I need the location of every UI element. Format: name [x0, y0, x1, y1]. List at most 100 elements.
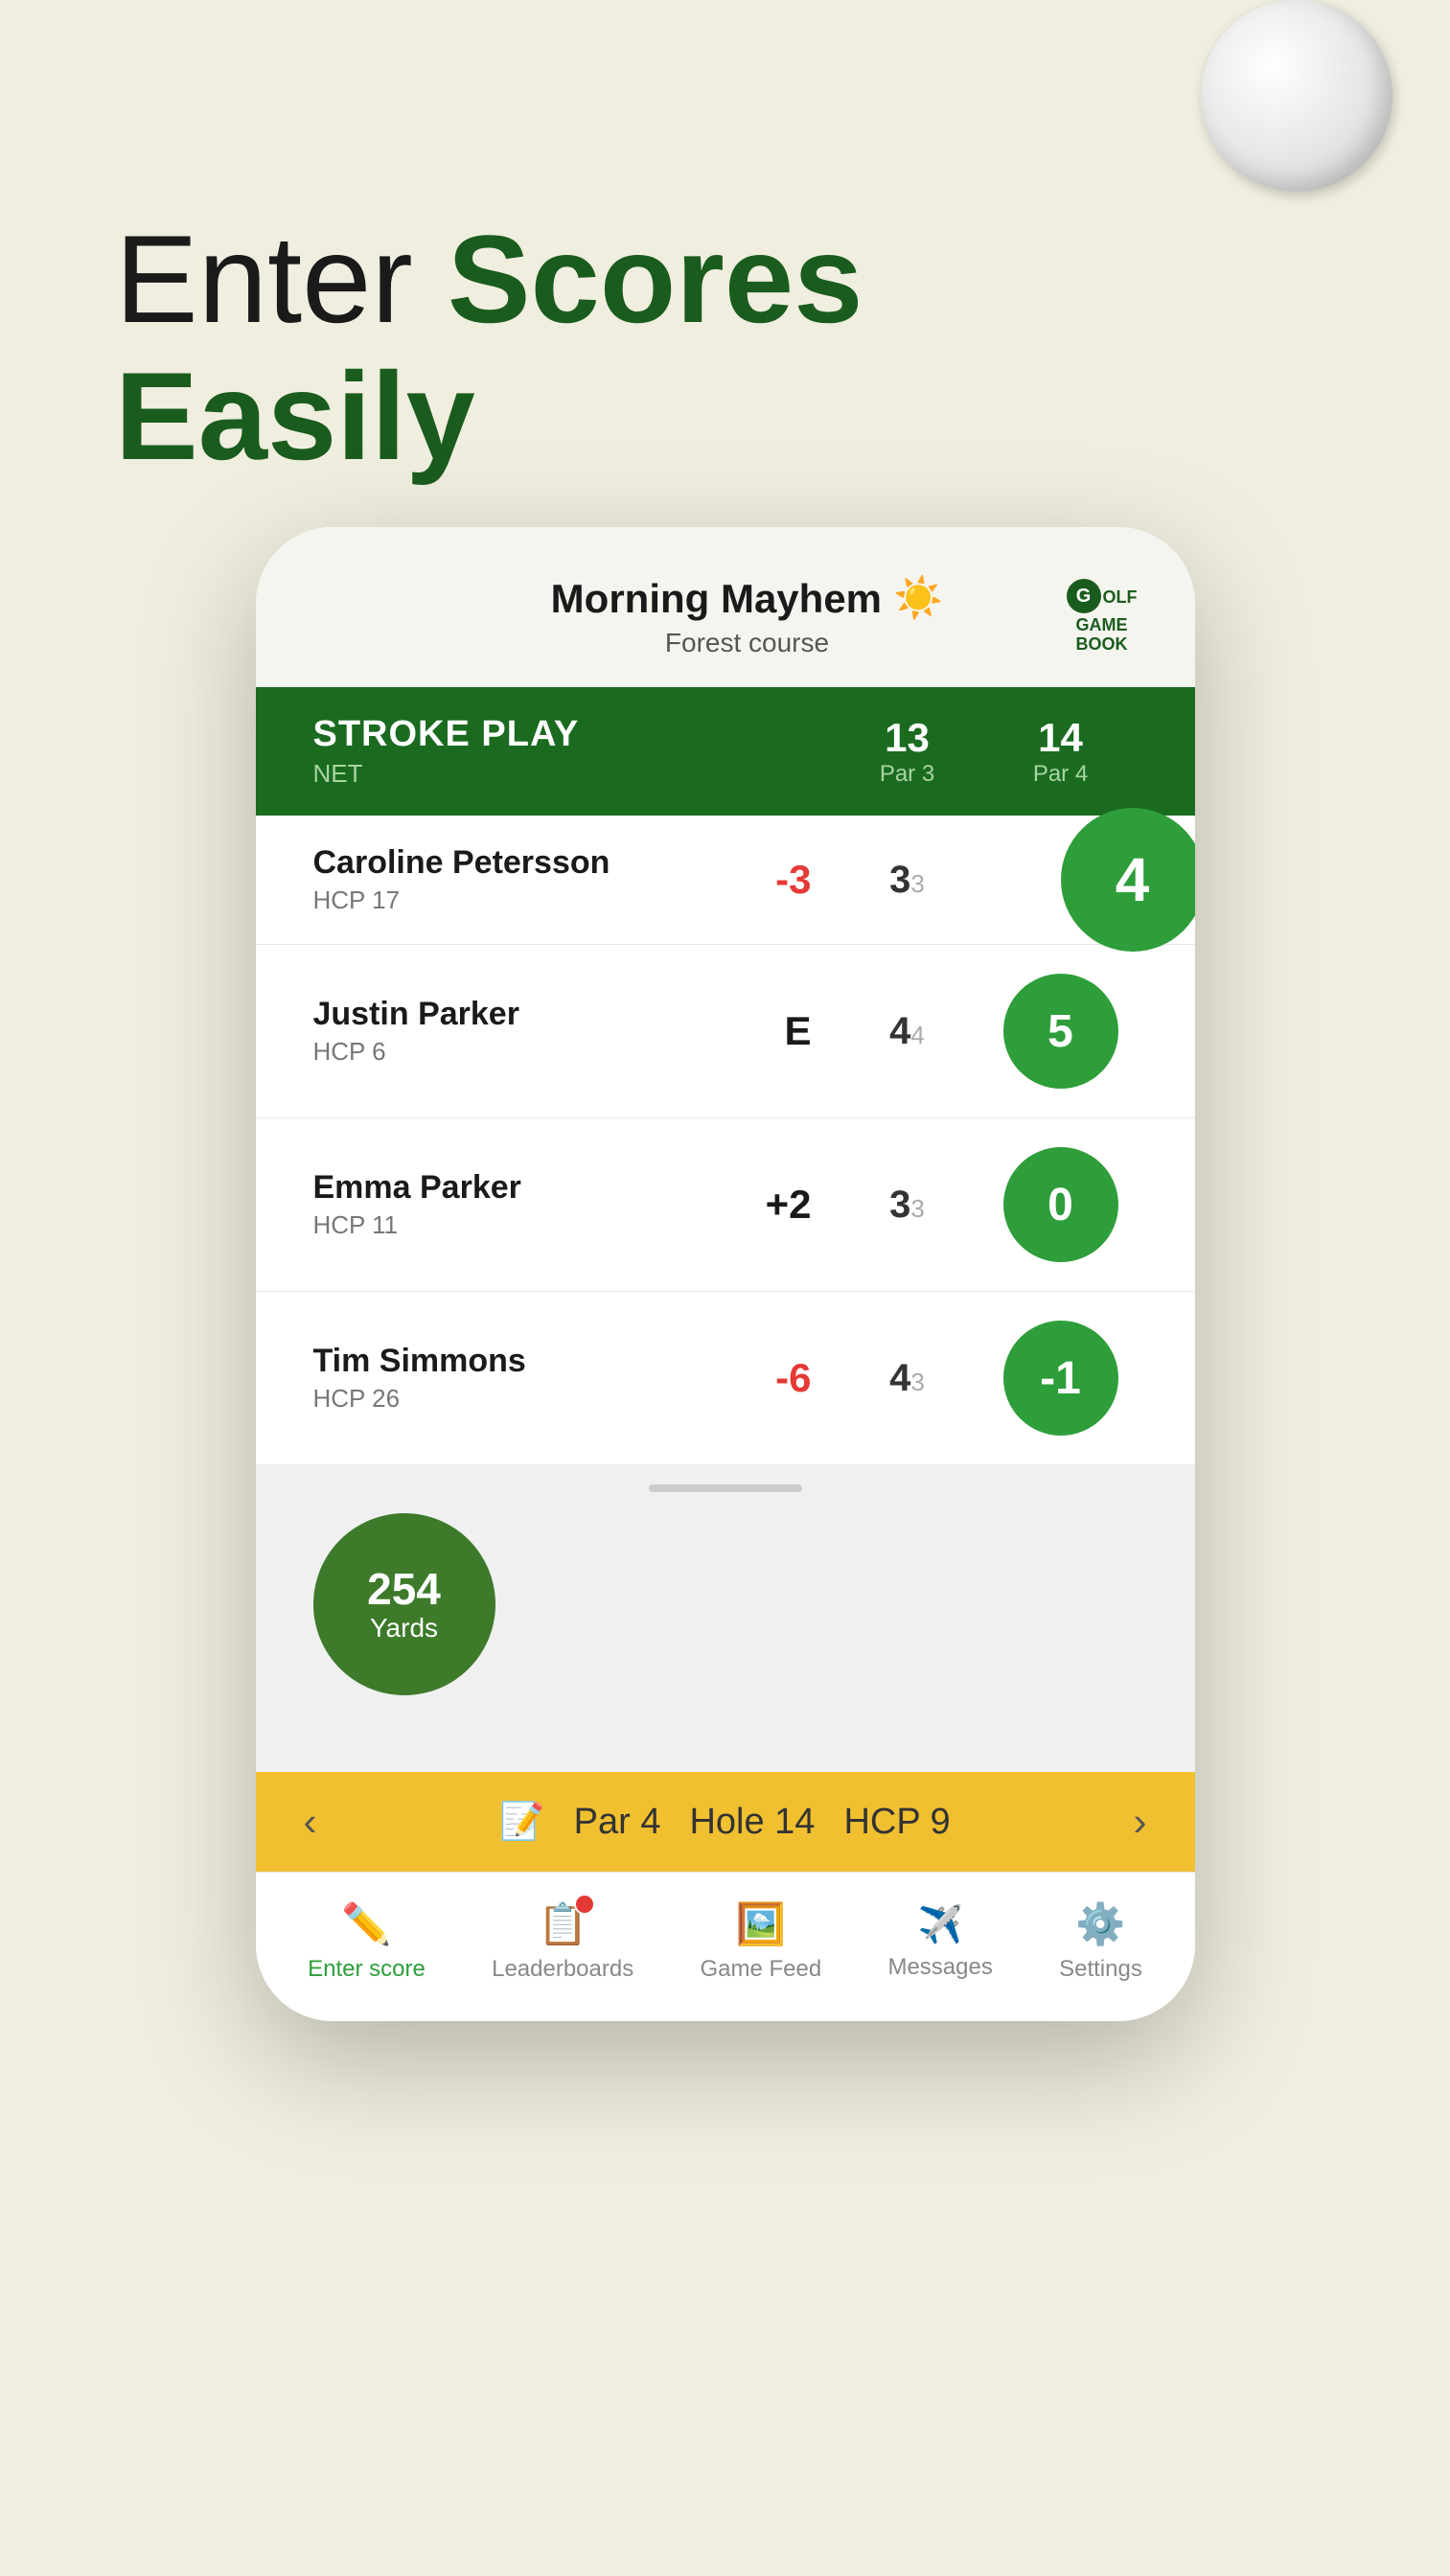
hole-14-header: 14 Par 4 [984, 715, 1138, 788]
hole-number-text: Hole 14 [689, 1802, 815, 1843]
drag-handle [649, 1484, 802, 1492]
player-2-hole14-circle: 5 [1003, 974, 1118, 1089]
player-4-info: Tim Simmons HCP 26 [313, 1343, 716, 1414]
game-feed-label: Game Feed [700, 1956, 821, 1983]
ggb-book: BOOK [1076, 635, 1128, 655]
sun-emoji: ☀️ [893, 575, 943, 622]
player-2-hole-scores: 44 5 [831, 974, 1138, 1089]
settings-label: Settings [1059, 1956, 1142, 1983]
player-1-hole14-circle: 4 [1061, 808, 1195, 952]
player-2-hole14: 5 [984, 974, 1138, 1089]
hole-13-header: 13 Par 3 [831, 715, 984, 788]
player-3-hole14-circle: 0 [1003, 1147, 1118, 1262]
ggb-logo: G OLF GAME BOOK [1067, 579, 1138, 655]
ggb-text: OLF [1103, 588, 1138, 608]
player-1-name: Caroline Petersson [313, 844, 716, 882]
course-name: Forest course [428, 628, 1067, 658]
note-icon: 📝 [499, 1801, 544, 1843]
player-4-hole14: -1 [984, 1321, 1138, 1436]
hole-14-par: Par 4 [984, 761, 1138, 788]
yards-number: 254 [367, 1565, 441, 1614]
nav-enter-score[interactable]: ✏️ Enter score [308, 1901, 426, 1983]
player-4-total: -6 [716, 1355, 812, 1401]
player-3-hole14: 0 [984, 1147, 1138, 1262]
leaderboards-badge [574, 1894, 595, 1915]
hole-nav-info: 📝 Par 4 Hole 14 HCP 9 [499, 1801, 950, 1843]
player-2-name: Justin Parker [313, 996, 716, 1033]
game-feed-icon: 🖼️ [736, 1901, 786, 1948]
hero-heading: Enter Scores Easily [115, 211, 863, 485]
phone-screen: Morning Mayhem ☀️ Forest course G OLF GA… [256, 527, 1195, 2021]
player-4-hole14-circle: -1 [1003, 1321, 1118, 1436]
golf-ball-decoration [1201, 0, 1392, 192]
player-2-total: E [716, 1008, 812, 1054]
player-3-name: Emma Parker [313, 1169, 716, 1207]
player-row-1[interactable]: Caroline Petersson HCP 17 -3 33 4 [256, 816, 1195, 945]
phone-header: Morning Mayhem ☀️ Forest course G OLF GA… [256, 527, 1195, 687]
hero-line1: Enter Scores [115, 209, 863, 349]
player-3-hole13-score: 33 [889, 1184, 925, 1227]
hole-columns: 13 Par 3 14 Par 4 [831, 715, 1138, 788]
player-3-hcp: HCP 11 [313, 1210, 716, 1240]
hole-nav-bar: ‹ 📝 Par 4 Hole 14 HCP 9 › [256, 1772, 1195, 1872]
player-4-hole13: 43 [831, 1321, 984, 1436]
hole-14-number: 14 [984, 715, 1138, 761]
player-1-hole13-score: 33 [889, 859, 925, 902]
player-row-2[interactable]: Justin Parker HCP 6 E 44 5 [256, 945, 1195, 1118]
course-view-section: 254 Yards [256, 1465, 1195, 1772]
bottom-nav: ✏️ Enter score 📋 Leaderboards 🖼️ Game Fe… [256, 1872, 1195, 2021]
nav-messages[interactable]: ✈️ Messages [887, 1904, 992, 1981]
phone-mockup: Morning Mayhem ☀️ Forest course G OLF GA… [256, 527, 1195, 2021]
messages-icon: ✈️ [917, 1904, 962, 1946]
hole-13-par: Par 3 [831, 761, 984, 788]
yards-label: Yards [370, 1614, 438, 1644]
ggb-game: GAME [1076, 616, 1128, 635]
player-3-hole13: 33 [831, 1147, 984, 1262]
player-row-3[interactable]: Emma Parker HCP 11 +2 33 0 [256, 1118, 1195, 1292]
nav-game-feed[interactable]: 🖼️ Game Feed [700, 1901, 821, 1983]
hero-line2: Easily [115, 346, 475, 486]
hole-hcp-text: HCP 9 [843, 1802, 950, 1843]
game-title-text: Morning Mayhem [551, 576, 882, 622]
player-3-total: +2 [716, 1182, 812, 1228]
game-title-area: Morning Mayhem ☀️ Forest course [428, 575, 1067, 658]
player-3-info: Emma Parker HCP 11 [313, 1169, 716, 1240]
enter-score-icon: ✏️ [341, 1901, 391, 1948]
net-label: NET [313, 759, 831, 789]
player-2-hole13-score: 44 [889, 1010, 925, 1053]
players-section: Caroline Petersson HCP 17 -3 33 4 [256, 816, 1195, 1465]
player-4-hole-scores: 43 -1 [831, 1321, 1138, 1436]
player-3-hole-scores: 33 0 [831, 1147, 1138, 1262]
player-4-hcp: HCP 26 [313, 1384, 716, 1414]
prev-hole-button[interactable]: ‹ [304, 1799, 317, 1845]
player-1-hole-scores: 33 4 [831, 859, 1138, 902]
player-1-total: -3 [716, 857, 812, 903]
nav-leaderboards[interactable]: 📋 Leaderboards [492, 1901, 633, 1983]
hole-13-number: 13 [831, 715, 984, 761]
ggb-g-circle: G [1067, 579, 1101, 613]
player-1-info: Caroline Petersson HCP 17 [313, 844, 716, 915]
leaderboards-label: Leaderboards [492, 1956, 633, 1983]
stroke-play-title: STROKE PLAY [313, 714, 831, 755]
player-4-hole13-score: 43 [889, 1357, 925, 1400]
player-1-hcp: HCP 17 [313, 886, 716, 915]
nav-settings[interactable]: ⚙️ Settings [1059, 1901, 1142, 1983]
player-2-hole13: 44 [831, 974, 984, 1089]
settings-icon: ⚙️ [1075, 1901, 1125, 1948]
leaderboards-icon-wrapper: 📋 [538, 1901, 587, 1948]
player-4-name: Tim Simmons [313, 1343, 716, 1380]
messages-label: Messages [887, 1954, 992, 1981]
game-title: Morning Mayhem ☀️ [428, 575, 1067, 622]
player-2-hcp: HCP 6 [313, 1037, 716, 1067]
player-1-hole13: 33 [831, 859, 984, 902]
enter-score-label: Enter score [308, 1956, 426, 1983]
stroke-play-label: STROKE PLAY NET [313, 714, 831, 789]
hole-par-text: Par 4 [574, 1802, 661, 1843]
next-hole-button[interactable]: › [1133, 1799, 1146, 1845]
hero-section: Enter Scores Easily [115, 211, 863, 485]
player-2-info: Justin Parker HCP 6 [313, 996, 716, 1067]
yards-badge: 254 Yards [313, 1513, 495, 1695]
score-table-header: STROKE PLAY NET 13 Par 3 14 Par 4 [256, 687, 1195, 816]
player-1-hole14: 4 [984, 859, 1138, 902]
player-row-4[interactable]: Tim Simmons HCP 26 -6 43 -1 [256, 1292, 1195, 1465]
